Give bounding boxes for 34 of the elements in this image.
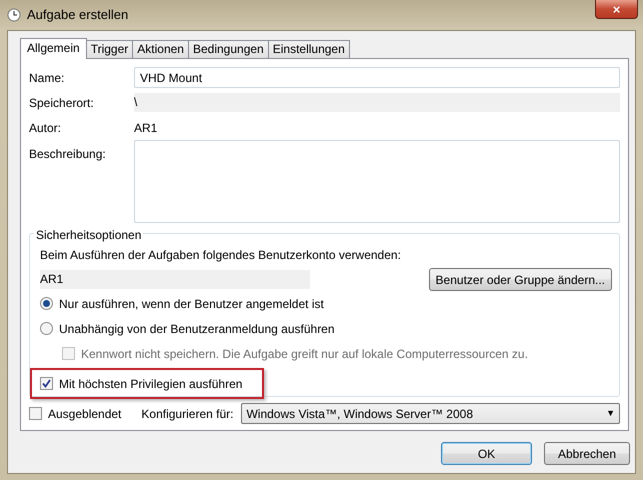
option-label: Unabhängig von der Benutzeranmeldung ausführen: [59, 320, 335, 338]
checkbox[interactable]: [29, 407, 42, 420]
account-value: AR1: [40, 270, 310, 289]
configure-label: Konfigurieren für:: [141, 406, 234, 422]
option-label: Mit höchsten Privilegien ausführen: [59, 376, 242, 392]
change-user-button[interactable]: Benutzer oder Gruppe ändern...: [428, 268, 612, 291]
location-value: \: [134, 93, 620, 112]
window-title: Aufgabe erstellen: [27, 6, 128, 24]
tab[interactable]: Aktionen: [132, 40, 189, 58]
clock-icon: [7, 8, 21, 22]
tab[interactable]: Trigger: [86, 40, 134, 58]
configure-dropdown[interactable]: Windows Vista™, Windows Server™ 2008 ▼: [241, 403, 620, 424]
tab[interactable]: Einstellungen: [268, 40, 350, 58]
field-label: Name:: [29, 70, 66, 86]
close-button[interactable]: ×: [595, 0, 638, 19]
option-label: Ausgeblendet: [48, 406, 122, 422]
option-label: Nur ausführen, wenn der Benutzer angemeldet ist: [59, 296, 324, 312]
field-label: Speicherort:: [29, 94, 95, 112]
caret-icon: ▼: [606, 406, 615, 420]
tab[interactable]: Bedingungen: [188, 40, 269, 58]
field-label: Autor:: [29, 120, 62, 136]
radio-button[interactable]: [40, 297, 53, 310]
option-label: Kennwort nicht speichern. Die Aufgabe greift nur auf lokale Computerressourcen zu.: [81, 346, 528, 362]
dropdown-value: Windows Vista™, Windows Server™ 2008: [246, 406, 473, 422]
radio-button[interactable]: [40, 322, 53, 335]
dialog-button[interactable]: Abbrechen: [544, 442, 630, 465]
name-field[interactable]: VHD Mount: [134, 67, 620, 88]
description-field[interactable]: [134, 140, 620, 223]
author-value: AR1: [134, 120, 158, 136]
field-label: Beschreibung:: [29, 146, 107, 163]
tab[interactable]: Allgemein: [20, 38, 87, 59]
dialog-button[interactable]: OK: [441, 442, 532, 465]
checkbox[interactable]: [40, 377, 53, 390]
account-label: Beim Ausführen der Aufgaben folgendes Benutzerkonto verwenden:: [40, 247, 402, 264]
